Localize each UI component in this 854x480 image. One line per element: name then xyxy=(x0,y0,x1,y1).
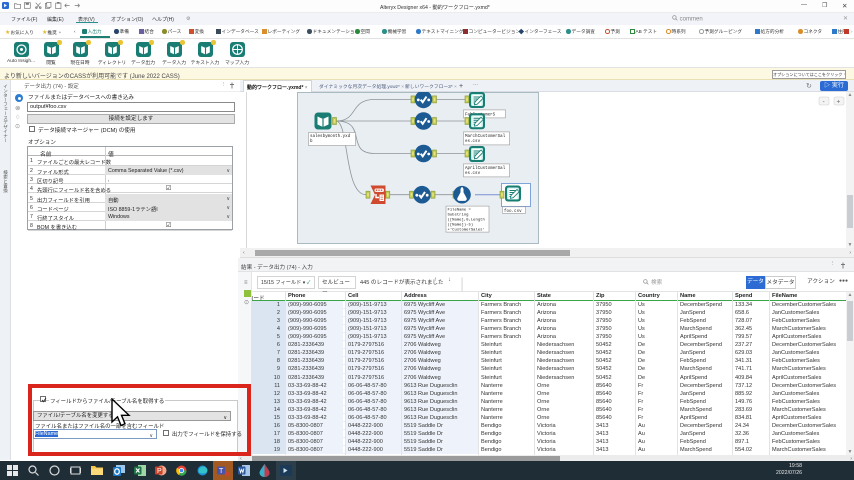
svg-text:-: - xyxy=(823,99,825,106)
svg-text:FileName =: FileName = xyxy=(448,208,472,213)
svg-text:([Name],0,Length: ([Name],0,Length xyxy=(448,218,485,223)
svg-text:P: P xyxy=(157,468,162,475)
svg-text:foo.csv: foo.csv xyxy=(504,209,522,214)
svg-text:T: T xyxy=(219,468,224,475)
svg-text:salesbymonth.yxd: salesbymonth.yxd xyxy=(310,134,351,139)
svg-text:Substring: Substring xyxy=(448,213,469,218)
svg-text:es.csv: es.csv xyxy=(465,140,481,144)
svg-text:AprilCustomerSal: AprilCustomerSal xyxy=(465,166,506,171)
svg-text:+'CustomerSales': +'CustomerSales' xyxy=(448,228,485,233)
svg-text:+: + xyxy=(837,99,841,106)
svg-text:([Name])-5): ([Name])-5) xyxy=(448,223,474,228)
svg-text:MarchCustomerSal: MarchCustomerSal xyxy=(465,134,506,139)
svg-text:es.csv: es.csv xyxy=(465,172,481,176)
